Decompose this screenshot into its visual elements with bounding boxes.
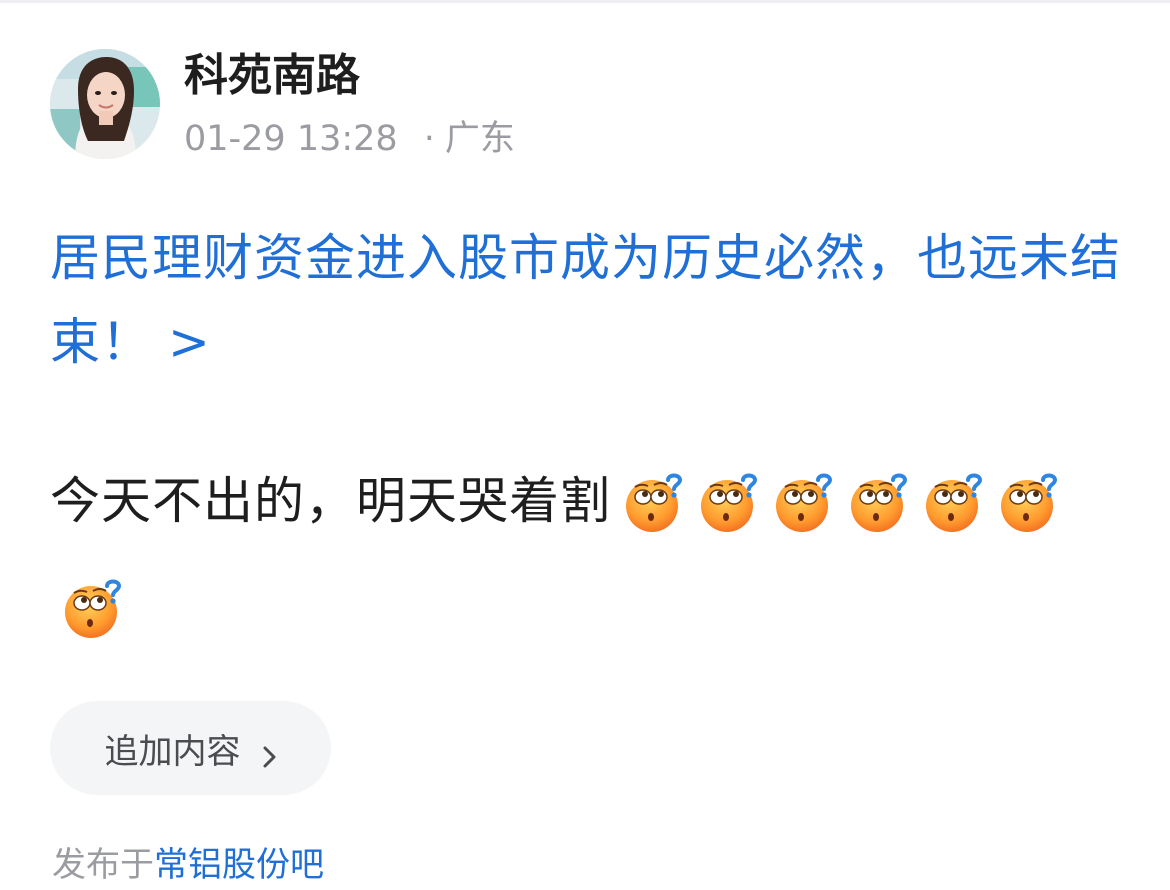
author-name[interactable]: 科苑南路 <box>184 48 360 104</box>
confused-thinking-emoji-icon <box>847 470 911 534</box>
topic-link[interactable]: 居民理财资金进入股市成为历史必然，也远未结束！ > <box>50 216 1130 384</box>
confused-thinking-emoji-icon <box>622 470 686 534</box>
confused-thinking-emoji-icon <box>772 470 836 534</box>
footer-prefix: 发布于 <box>52 845 154 885</box>
add-content-button[interactable]: 追加内容 <box>50 701 331 795</box>
post-text: 今天不出的，明天哭着割 <box>50 472 611 530</box>
meta-separator: · <box>423 119 435 159</box>
confused-thinking-emoji-icon <box>697 470 761 534</box>
confused-thinking-emoji-icon <box>922 470 986 534</box>
forum-link[interactable]: 常铝股份吧 <box>154 845 324 885</box>
chevron-right-icon <box>259 737 281 768</box>
add-content-label: 追加内容 <box>104 731 241 772</box>
post-meta: 01-29 13:28 · 广东 <box>184 116 515 162</box>
post-footer: 发布于常铝股份吧 <box>52 840 324 890</box>
user-avatar-photo-icon <box>50 49 160 159</box>
top-divider <box>0 0 1170 3</box>
confused-thinking-emoji-icon <box>997 470 1061 534</box>
post-body: 今天不出的，明天哭着割 <box>50 448 1130 660</box>
post-time: 01-29 13:28 <box>184 119 398 159</box>
topic-arrow-icon[interactable]: > <box>168 313 211 371</box>
author-avatar[interactable] <box>50 49 160 159</box>
post-location: 广东 <box>444 119 515 159</box>
confused-thinking-emoji-icon <box>61 576 125 640</box>
